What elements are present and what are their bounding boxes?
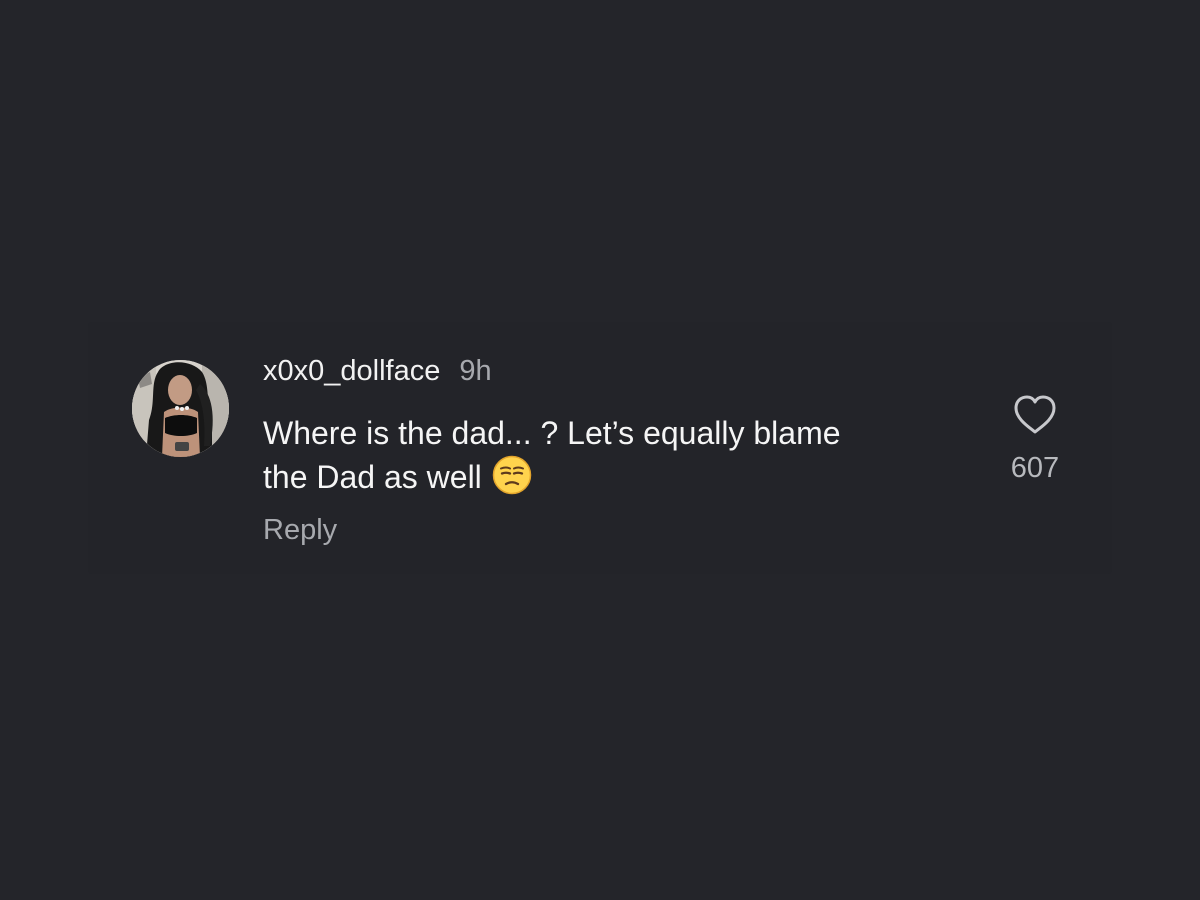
like-button[interactable] [1012,394,1058,436]
comment-text: Where is the dad... ? Let’s equally blam… [263,412,963,499]
comment-screen: x0x0_dollface 9h Where is the dad... ? L… [0,0,1200,900]
comment-timestamp: 9h [459,355,492,387]
comment-text-line-1: Where is the dad... ? Let’s equally blam… [263,415,841,451]
unamused-face-icon [492,455,532,495]
username[interactable]: x0x0_dollface [263,355,440,388]
comment-meta: x0x0_dollface 9h [263,355,492,395]
avatar[interactable] [132,360,229,457]
comment-text-line-2-container: the Dad as well [263,455,963,499]
heart-icon [1014,395,1056,434]
avatar-image [132,360,229,457]
comment-text-line-2: the Dad as well [263,459,482,495]
reply-button[interactable]: Reply [263,514,337,547]
like-count: 607 [1010,452,1060,484]
